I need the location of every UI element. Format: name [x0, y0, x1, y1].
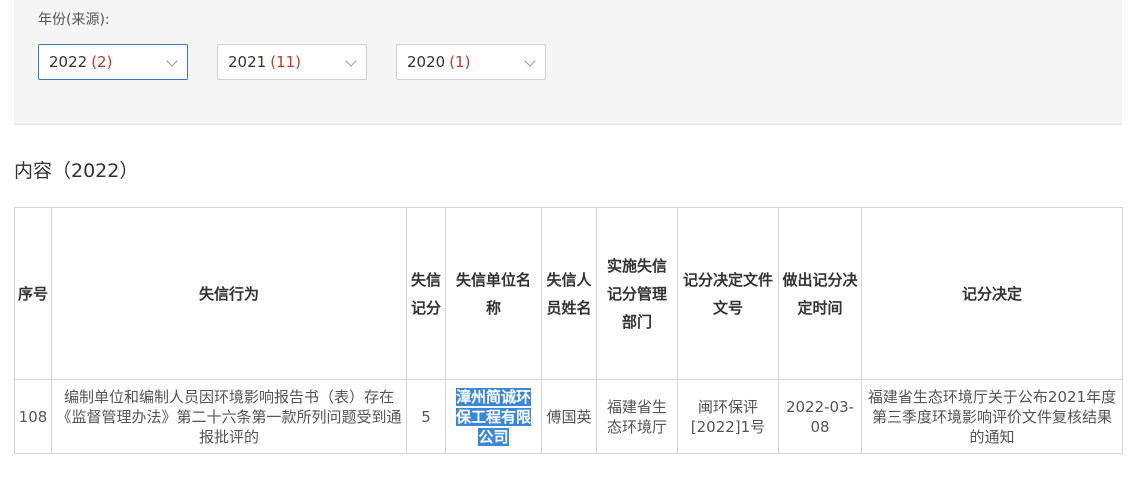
header-score: 失信记分: [406, 207, 446, 380]
cell-behavior: 编制单位和编制人员因环境影响报告书（表）存在《监督管理办法》第二十六条第一款所列…: [51, 379, 407, 454]
cell-unit-selected-text[interactable]: 漳州简诚环保工程有限公司: [455, 387, 531, 446]
cell-unit: 漳州简诚环保工程有限公司: [445, 379, 542, 454]
table-header-row: 序号 失信行为 失信记分 失信单位名称 失信人员姓名 实施失信记分管理部门 记分…: [14, 207, 1123, 380]
section-title: 内容（2022）: [14, 160, 139, 182]
cell-decision: 福建省生态环境厅关于公布2021年度第三季度环境影响评价文件复核结果的通知: [861, 379, 1123, 454]
credit-record-table: 序号 失信行为 失信记分 失信单位名称 失信人员姓名 实施失信记分管理部门 记分…: [14, 207, 1123, 454]
chevron-down-icon: [166, 55, 178, 67]
year-select-2021[interactable]: 2021 (11): [217, 44, 367, 80]
header-person: 失信人员姓名: [541, 207, 597, 380]
header-date: 做出记分决定时间: [778, 207, 862, 380]
year-select-year: 2022: [49, 53, 88, 71]
header-index: 序号: [14, 207, 52, 380]
cell-score: 5: [406, 379, 446, 454]
year-filter-label: 年份(来源):: [38, 12, 110, 28]
year-select-year: 2020: [407, 53, 446, 71]
header-department: 实施失信记分管理部门: [596, 207, 678, 380]
cell-doc-no: 闽环保评[2022]1号: [677, 379, 779, 454]
year-select-count: (2): [91, 53, 113, 71]
year-select-2022[interactable]: 2022 (2): [38, 44, 188, 80]
header-behavior: 失信行为: [51, 207, 407, 380]
header-doc-no: 记分决定文件文号: [677, 207, 779, 380]
year-select-2020[interactable]: 2020 (1): [396, 44, 546, 80]
year-filter-panel: 年份(来源): 2022 (2) 2021 (11) 2020 (1): [14, 0, 1122, 125]
chevron-down-icon: [345, 55, 357, 67]
header-unit: 失信单位名称: [445, 207, 542, 380]
chevron-down-icon: [524, 55, 536, 67]
table-row: 108 编制单位和编制人员因环境影响报告书（表）存在《监督管理办法》第二十六条第…: [14, 379, 1123, 454]
cell-department: 福建省生态环境厅: [596, 379, 678, 454]
cell-person: 傅国英: [541, 379, 597, 454]
year-select-count: (11): [270, 53, 301, 71]
cell-index: 108: [14, 379, 52, 454]
cell-date: 2022-03-08: [778, 379, 862, 454]
header-decision: 记分决定: [861, 207, 1123, 380]
year-select-count: (1): [449, 53, 471, 71]
year-select-year: 2021: [228, 53, 267, 71]
